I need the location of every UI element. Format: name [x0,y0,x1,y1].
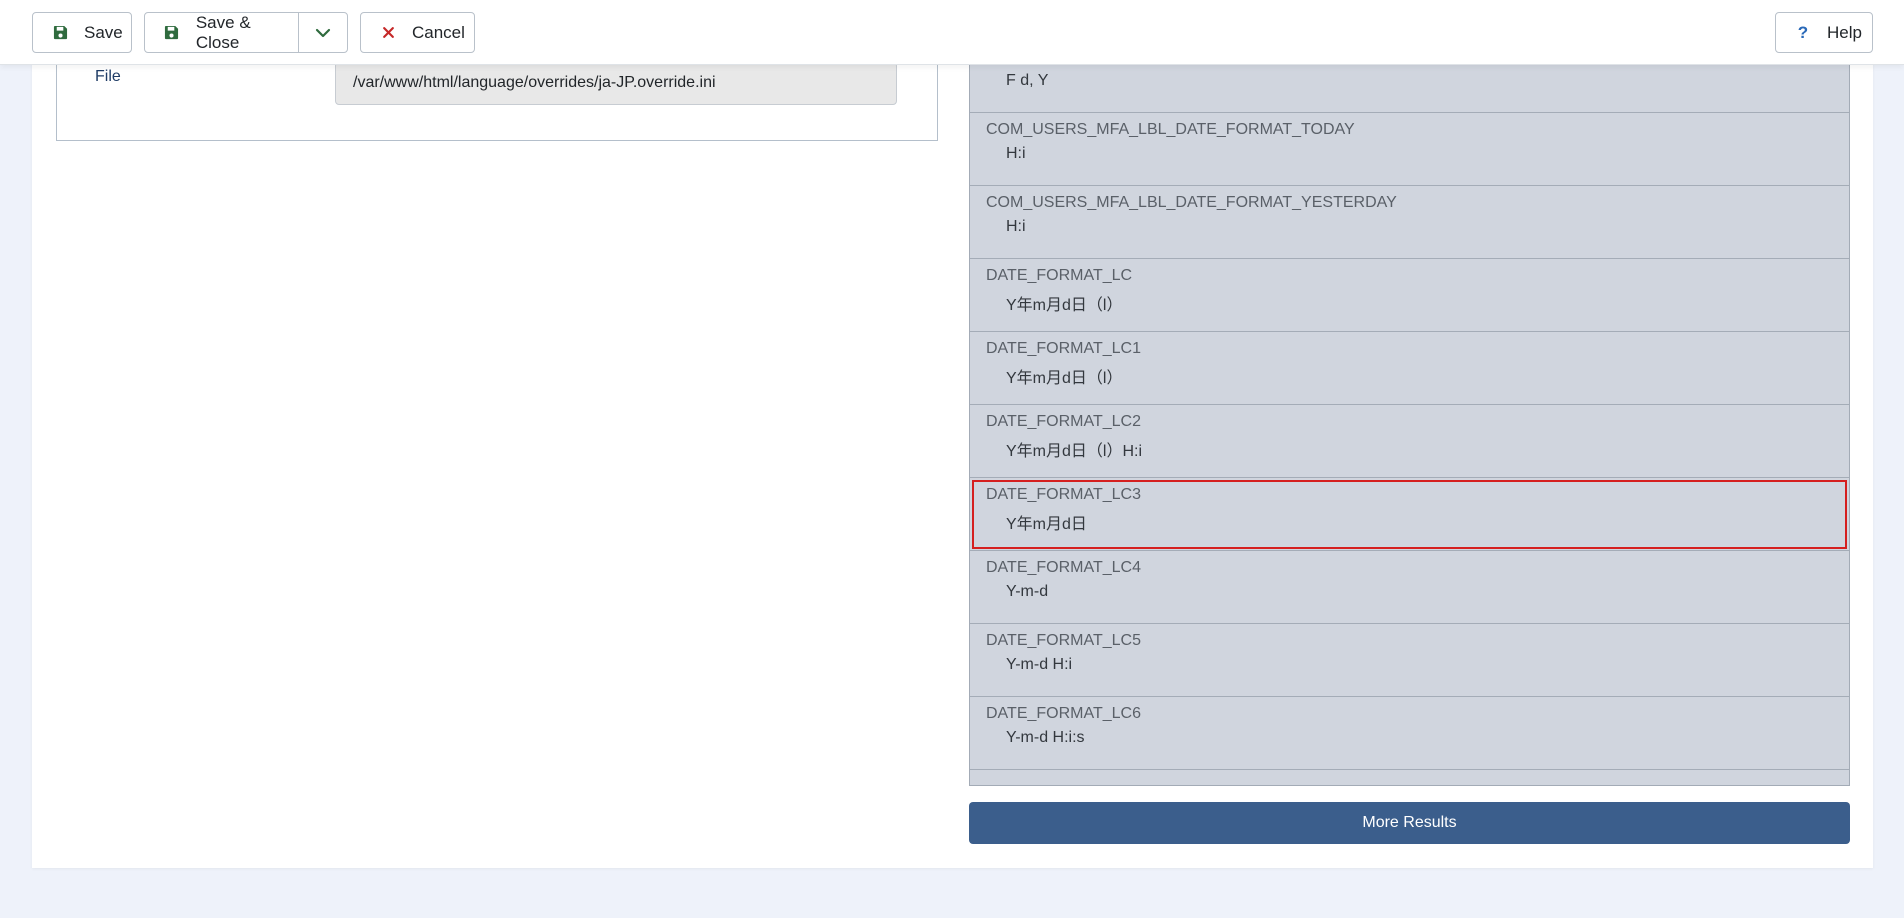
result-item-selected[interactable]: DATE_FORMAT_LC3 Y年m月d日 [970,478,1849,551]
result-value: Y年m月d日（l）H:i [1006,443,1143,460]
help-button-label: Help [1827,22,1862,42]
result-item[interactable]: DATE_FORMAT_LC6 Y-m-d H:i:s [970,697,1849,770]
result-key: DATE_FORMAT_LC5 [986,632,1141,649]
more-results-button[interactable]: More Results [969,802,1850,844]
result-key: DATE_FORMAT_LC4 [986,559,1141,576]
save-close-button[interactable]: Save & Close [144,12,299,53]
result-value: Y年m月d日（l） [1006,370,1123,387]
chevron-down-icon [315,23,331,43]
close-icon [378,26,398,39]
result-item[interactable]: COM_USERS_MFA_LBL_DATE_FORMAT_YESTERDAY … [970,186,1849,259]
result-key: DATE_FORMAT_LC [986,267,1133,284]
result-item[interactable]: DATE_FORMAT_LC2 Y年m月d日（l）H:i [970,405,1849,478]
result-value: Y年m月d日（l） [1006,297,1123,314]
result-value: H:i [1006,145,1026,162]
file-path-field[interactable]: /var/www/html/language/overrides/ja-JP.o… [335,62,897,105]
file-label: File [95,68,121,85]
result-item[interactable]: COM_USERS_MFA_LBL_DATE_FORMAT_TODAY H:i [970,113,1849,186]
floppy-disk-icon [50,25,70,40]
result-value: Y年m月d日 [1006,516,1087,533]
result-key: COM_USERS_MFA_LBL_DATE_FORMAT_TODAY [986,121,1355,138]
save-options-dropdown-button[interactable] [298,12,348,53]
result-item[interactable]: DATE_FORMAT_LC5 Y-m-d H:i [970,624,1849,697]
result-item[interactable]: DATE_FORMAT_LC1 Y年m月d日（l） [970,332,1849,405]
result-item[interactable]: DATE_FORMAT_LC Y年m月d日（l） [970,259,1849,332]
result-key: DATE_FORMAT_LC2 [986,413,1141,430]
toolbar: Save Save & Close Cancel ? Help [0,0,1904,65]
save-close-button-label: Save & Close [195,12,251,52]
result-value: Y-m-d [1006,583,1049,600]
result-key: COM_USERS_MFA_LBL_DATE_FORMAT_YESTERDAY [986,194,1397,211]
result-key: DATE_FORMAT_LC1 [986,340,1141,357]
cancel-button[interactable]: Cancel [360,12,475,53]
save-button[interactable]: Save [32,12,132,53]
floppy-disk-icon [162,25,182,40]
result-item[interactable]: DATE_FORMAT_LC4 Y-m-d [970,551,1849,624]
save-button-label: Save [84,22,123,42]
result-key: DATE_FORMAT_LC6 [986,705,1141,722]
result-value: Y-m-d H:i:s [1006,729,1085,746]
result-value: H:i [1006,218,1026,235]
result-key: DATE_FORMAT_LC3 [986,486,1141,503]
cancel-button-label: Cancel [412,22,465,42]
help-button[interactable]: ? Help [1775,12,1873,53]
search-results-list: COM_USERS_MFA_LBL_DATE_FORMAT_PAST F d, … [969,40,1850,786]
result-value: Y-m-d H:i [1006,656,1073,673]
question-mark-icon: ? [1797,22,1809,42]
result-value: F d, Y [1006,72,1049,89]
